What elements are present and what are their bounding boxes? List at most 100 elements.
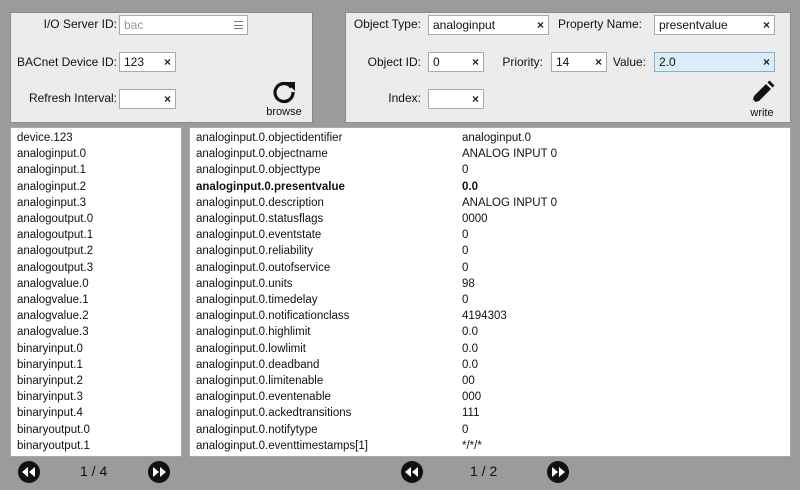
left-prev-button[interactable] bbox=[18, 461, 40, 483]
object-name: analogoutput.0 bbox=[17, 213, 94, 225]
property-row[interactable]: analoginput.0.limitenable 00 bbox=[190, 373, 790, 389]
property-row[interactable]: analoginput.0.ackedtransitions 111 bbox=[190, 405, 790, 421]
object-name: analogvalue.3 bbox=[17, 326, 89, 339]
browse-button[interactable]: browse bbox=[259, 79, 309, 118]
io-server-id-label: I/O Server ID: bbox=[43, 17, 117, 31]
object-name: binaryoutput.0 bbox=[17, 423, 90, 436]
object-list-item[interactable]: analogoutput.0 bbox=[11, 211, 181, 227]
property-row[interactable]: analoginput.0.eventtimestamps[1] */*/* bbox=[190, 438, 790, 454]
object-list-item[interactable]: analogvalue.0 bbox=[11, 276, 181, 292]
object-list-item[interactable]: analogoutput.2 bbox=[11, 243, 181, 259]
property-name: analoginput.0.objecttype bbox=[196, 164, 321, 177]
object-name: analogvalue.2 bbox=[17, 310, 89, 323]
value-value: 2.0 bbox=[659, 55, 676, 69]
property-name: analoginput.0.presentvalue bbox=[196, 180, 345, 193]
property-row[interactable]: analoginput.0.statusflags 0000 bbox=[190, 211, 790, 227]
property-row[interactable]: analoginput.0.eventstate 0 bbox=[190, 227, 790, 243]
property-name: analoginput.0.outofservice bbox=[196, 261, 331, 274]
object-id-label: Object ID: bbox=[367, 55, 421, 69]
property-row[interactable]: analoginput.0.notificationclass 4194303 bbox=[190, 308, 790, 324]
object-list-item[interactable]: analoginput.0 bbox=[11, 146, 181, 162]
property-row[interactable]: analoginput.0.eventenable 000 bbox=[190, 389, 790, 405]
left-next-button[interactable] bbox=[148, 461, 170, 483]
object-list-item[interactable]: binaryoutput.0 bbox=[11, 422, 181, 438]
property-name: analoginput.0.notifytype bbox=[196, 423, 318, 436]
clear-icon[interactable]: × bbox=[164, 53, 171, 71]
property-row[interactable]: analoginput.0.objectname ANALOG INPUT 0 bbox=[190, 146, 790, 162]
property-name-field[interactable]: presentvalue × bbox=[654, 15, 775, 35]
property-name-value: presentvalue bbox=[659, 18, 728, 32]
object-list-item[interactable]: binaryinput.0 bbox=[11, 341, 181, 357]
pencil-icon bbox=[752, 80, 775, 103]
object-list-item[interactable]: binaryinput.1 bbox=[11, 357, 181, 373]
clear-icon[interactable]: × bbox=[763, 53, 770, 71]
property-name: analoginput.0.highlimit bbox=[196, 326, 311, 339]
clear-icon[interactable]: × bbox=[472, 90, 479, 108]
object-list-item[interactable]: analogvalue.1 bbox=[11, 292, 181, 308]
object-list-item[interactable]: analoginput.2 bbox=[11, 179, 181, 195]
list-icon[interactable] bbox=[234, 21, 243, 29]
bacnet-device-id-value: 123 bbox=[124, 55, 145, 69]
object-list-item[interactable]: analoginput.3 bbox=[11, 195, 181, 211]
property-row[interactable]: analoginput.0.highlimit 0.0 bbox=[190, 324, 790, 340]
clear-icon[interactable]: × bbox=[595, 53, 602, 71]
property-value: 0 bbox=[462, 245, 469, 258]
object-list-item[interactable]: binaryoutput.1 bbox=[11, 438, 181, 454]
object-id-field[interactable]: 0 × bbox=[428, 52, 484, 72]
property-row[interactable]: analoginput.0.objectidentifier analoginpu… bbox=[190, 130, 790, 146]
property-row[interactable]: analoginput.0.timedelay 0 bbox=[190, 292, 790, 308]
object-list-item[interactable]: analoginput.1 bbox=[11, 162, 181, 178]
object-type-field[interactable]: analoginput × bbox=[428, 15, 549, 35]
object-list-item[interactable]: analogoutput.1 bbox=[11, 227, 181, 243]
object-name: binaryinput.1 bbox=[17, 358, 83, 371]
property-name: analoginput.0.reliability bbox=[196, 245, 313, 258]
property-row[interactable]: analoginput.0.units 98 bbox=[190, 276, 790, 292]
object-list-item[interactable]: binaryinput.4 bbox=[11, 405, 181, 421]
object-list-item[interactable]: analogoutput.3 bbox=[11, 260, 181, 276]
clear-icon[interactable]: × bbox=[164, 90, 171, 108]
index-field[interactable]: × bbox=[428, 89, 484, 109]
property-row[interactable]: analoginput.0.notifytype 0 bbox=[190, 422, 790, 438]
object-list-item[interactable]: binaryinput.3 bbox=[11, 389, 181, 405]
property-row[interactable]: analoginput.0.objecttype 0 bbox=[190, 162, 790, 178]
write-label: write bbox=[750, 107, 774, 119]
object-name: analogvalue.0 bbox=[17, 277, 89, 290]
property-value: 0 bbox=[462, 229, 469, 242]
right-next-button[interactable] bbox=[547, 461, 569, 483]
property-row[interactable]: analoginput.0.presentvalue 0.0 bbox=[190, 179, 790, 195]
property-value: ANALOG INPUT 0 bbox=[462, 196, 558, 209]
object-list-item[interactable]: analogvalue.3 bbox=[11, 324, 181, 340]
value-field[interactable]: 2.0 × bbox=[654, 52, 775, 72]
property-value: 0 bbox=[462, 261, 469, 274]
property-row[interactable]: analoginput.0.outofservice 0 bbox=[190, 260, 790, 276]
property-value: 0.0 bbox=[462, 326, 478, 339]
object-list-item[interactable]: analogvalue.2 bbox=[11, 308, 181, 324]
property-row[interactable]: analoginput.0.description ANALOG INPUT 0 bbox=[190, 195, 790, 211]
object-list-item[interactable]: device.123 bbox=[11, 130, 181, 146]
io-server-id-field[interactable]: bac bbox=[119, 15, 248, 35]
priority-field[interactable]: 14 × bbox=[551, 52, 607, 72]
object-name: analoginput.1 bbox=[17, 164, 87, 177]
bacnet-device-id-label: BACnet Device ID: bbox=[16, 55, 117, 69]
clear-icon[interactable]: × bbox=[537, 16, 544, 34]
object-list[interactable]: device.123 analoginput.0 analoginput.1 anal… bbox=[10, 127, 182, 457]
write-button[interactable]: write bbox=[740, 80, 784, 119]
io-server-id-value: bac bbox=[124, 18, 144, 32]
property-table[interactable]: analoginput.0.objectidentifier analoginpu… bbox=[189, 127, 791, 457]
property-row[interactable]: analoginput.0.reliability 0 bbox=[190, 243, 790, 259]
property-row[interactable]: analoginput.0.deadband 0.0 bbox=[190, 357, 790, 373]
object-list-item[interactable]: binaryinput.2 bbox=[11, 373, 181, 389]
rewind-icon bbox=[405, 467, 418, 477]
property-value: 0.0 bbox=[462, 342, 478, 355]
refresh-interval-field[interactable]: × bbox=[119, 89, 176, 109]
right-prev-button[interactable] bbox=[401, 461, 423, 483]
clear-icon[interactable]: × bbox=[763, 16, 770, 34]
property-value: 0000 bbox=[462, 213, 488, 225]
property-row[interactable]: analoginput.0.lowlimit 0.0 bbox=[190, 341, 790, 357]
object-name: analogoutput.1 bbox=[17, 229, 94, 242]
refresh-interval-label: Refresh Interval: bbox=[28, 91, 117, 105]
bacnet-device-id-field[interactable]: 123 × bbox=[119, 52, 176, 72]
clear-icon[interactable]: × bbox=[472, 53, 479, 71]
object-name: binaryinput.0 bbox=[17, 342, 83, 355]
property-value: analoginput.0 bbox=[462, 132, 532, 144]
